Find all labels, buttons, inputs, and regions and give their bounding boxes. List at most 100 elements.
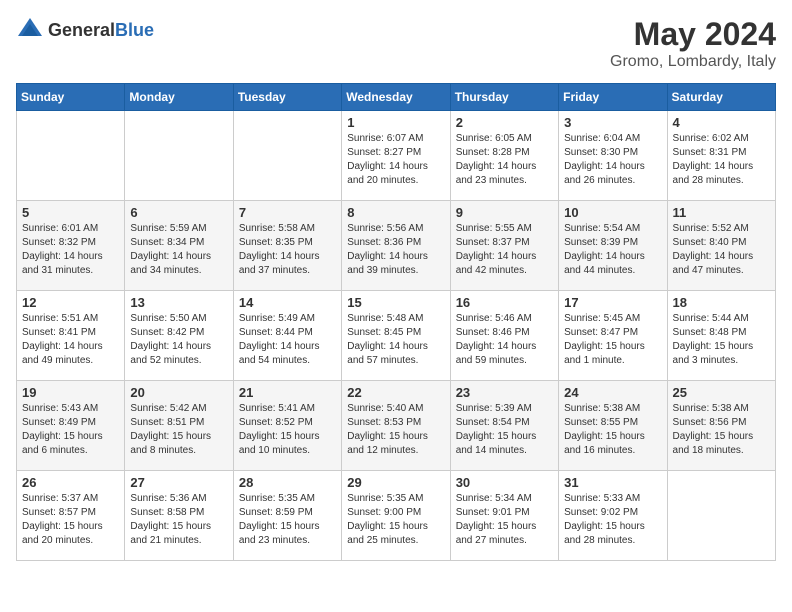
day-number: 24	[564, 385, 661, 400]
day-number: 28	[239, 475, 336, 490]
day-info: Sunrise: 5:56 AM Sunset: 8:36 PM Dayligh…	[347, 222, 444, 278]
day-number: 5	[22, 205, 119, 220]
day-number: 19	[22, 385, 119, 400]
day-number: 20	[130, 385, 227, 400]
weekday-header-tuesday: Tuesday	[233, 84, 341, 111]
day-number: 29	[347, 475, 444, 490]
day-info: Sunrise: 5:41 AM Sunset: 8:52 PM Dayligh…	[239, 402, 336, 458]
day-number: 12	[22, 295, 119, 310]
calendar-cell: 15 Sunrise: 5:48 AM Sunset: 8:45 PM Dayli…	[342, 291, 450, 381]
week-row-4: 26Sunrise: 5:37 AM Sunset: 8:57 PM Dayli…	[17, 471, 776, 561]
day-info: Sunrise: 5:35 AM Sunset: 8:59 PM Dayligh…	[239, 492, 336, 548]
day-info: Sunrise: 5:38 AM Sunset: 8:55 PM Dayligh…	[564, 402, 661, 458]
day-number: 13	[130, 295, 227, 310]
day-number: 2	[456, 115, 553, 130]
day-number: 15	[347, 295, 444, 310]
calendar-cell: 19 Sunrise: 5:43 AM Sunset: 8:49 PM Dayli…	[17, 381, 125, 471]
calendar-cell: 7 Sunrise: 5:58 AM Sunset: 8:35 PM Daylig…	[233, 201, 341, 291]
logo-general: General	[48, 20, 115, 40]
calendar-cell	[125, 111, 233, 201]
day-info: Sunrise: 6:07 AM Sunset: 8:27 PM Dayligh…	[347, 132, 444, 188]
day-info: Sunrise: 5:58 AM Sunset: 8:35 PM Dayligh…	[239, 222, 336, 278]
day-number: 9	[456, 205, 553, 220]
day-number: 8	[347, 205, 444, 220]
calendar-cell: 22 Sunrise: 5:40 AM Sunset: 8:53 PM Dayli…	[342, 381, 450, 471]
calendar-cell: 23 Sunrise: 5:39 AM Sunset: 8:54 PM Dayli…	[450, 381, 558, 471]
day-number: 7	[239, 205, 336, 220]
calendar-cell: 18 Sunrise: 5:44 AM Sunset: 8:48 PM Dayli…	[667, 291, 775, 381]
day-info: Sunrise: 5:35 AM Sunset: 9:00 PM Dayligh…	[347, 492, 444, 548]
calendar-cell: 11Sunrise: 5:52 AM Sunset: 8:40 PM Dayli…	[667, 201, 775, 291]
month-title: May 2024	[610, 16, 776, 53]
day-info: Sunrise: 5:48 AM Sunset: 8:45 PM Dayligh…	[347, 312, 444, 368]
weekday-header-thursday: Thursday	[450, 84, 558, 111]
calendar-cell: 29 Sunrise: 5:35 AM Sunset: 9:00 PM Dayli…	[342, 471, 450, 561]
day-info: Sunrise: 5:33 AM Sunset: 9:02 PM Dayligh…	[564, 492, 661, 548]
day-number: 30	[456, 475, 553, 490]
day-info: Sunrise: 5:59 AM Sunset: 8:34 PM Dayligh…	[130, 222, 227, 278]
calendar-cell: 16 Sunrise: 5:46 AM Sunset: 8:46 PM Dayli…	[450, 291, 558, 381]
calendar-cell: 30Sunrise: 5:34 AM Sunset: 9:01 PM Dayli…	[450, 471, 558, 561]
day-number: 22	[347, 385, 444, 400]
calendar-cell: 20 Sunrise: 5:42 AM Sunset: 8:51 PM Dayli…	[125, 381, 233, 471]
logo-blue: Blue	[115, 20, 154, 40]
day-info: Sunrise: 5:40 AM Sunset: 8:53 PM Dayligh…	[347, 402, 444, 458]
weekday-header-wednesday: Wednesday	[342, 84, 450, 111]
calendar-cell: 17 Sunrise: 5:45 AM Sunset: 8:47 PM Dayli…	[559, 291, 667, 381]
day-info: Sunrise: 5:36 AM Sunset: 8:58 PM Dayligh…	[130, 492, 227, 548]
day-info: Sunrise: 5:45 AM Sunset: 8:47 PM Dayligh…	[564, 312, 661, 368]
calendar-cell: 9Sunrise: 5:55 AM Sunset: 8:37 PM Daylig…	[450, 201, 558, 291]
calendar-cell	[233, 111, 341, 201]
day-number: 18	[673, 295, 770, 310]
page-header: GeneralBlue May 2024 Gromo, Lombardy, It…	[16, 16, 776, 71]
logo: GeneralBlue	[16, 16, 154, 44]
weekday-header-friday: Friday	[559, 84, 667, 111]
day-number: 21	[239, 385, 336, 400]
day-number: 26	[22, 475, 119, 490]
calendar-cell: 13Sunrise: 5:50 AM Sunset: 8:42 PM Dayli…	[125, 291, 233, 381]
day-number: 11	[673, 205, 770, 220]
calendar-cell	[667, 471, 775, 561]
day-number: 16	[456, 295, 553, 310]
day-info: Sunrise: 6:05 AM Sunset: 8:28 PM Dayligh…	[456, 132, 553, 188]
title-area: May 2024 Gromo, Lombardy, Italy	[610, 16, 776, 71]
calendar-cell	[17, 111, 125, 201]
calendar-table: SundayMondayTuesdayWednesdayThursdayFrid…	[16, 83, 776, 561]
calendar-cell: 1 Sunrise: 6:07 AM Sunset: 8:27 PM Daylig…	[342, 111, 450, 201]
day-number: 25	[673, 385, 770, 400]
day-info: Sunrise: 5:38 AM Sunset: 8:56 PM Dayligh…	[673, 402, 770, 458]
location-title: Gromo, Lombardy, Italy	[610, 53, 776, 71]
day-info: Sunrise: 5:39 AM Sunset: 8:54 PM Dayligh…	[456, 402, 553, 458]
calendar-cell: 26Sunrise: 5:37 AM Sunset: 8:57 PM Dayli…	[17, 471, 125, 561]
weekday-header-monday: Monday	[125, 84, 233, 111]
day-number: 23	[456, 385, 553, 400]
day-number: 10	[564, 205, 661, 220]
day-info: Sunrise: 5:46 AM Sunset: 8:46 PM Dayligh…	[456, 312, 553, 368]
day-number: 17	[564, 295, 661, 310]
weekday-header-saturday: Saturday	[667, 84, 775, 111]
week-row-1: 5 Sunrise: 6:01 AM Sunset: 8:32 PM Daylig…	[17, 201, 776, 291]
calendar-cell: 28 Sunrise: 5:35 AM Sunset: 8:59 PM Dayli…	[233, 471, 341, 561]
calendar-cell: 14Sunrise: 5:49 AM Sunset: 8:44 PM Dayli…	[233, 291, 341, 381]
calendar-cell: 8 Sunrise: 5:56 AM Sunset: 8:36 PM Daylig…	[342, 201, 450, 291]
day-info: Sunrise: 5:49 AM Sunset: 8:44 PM Dayligh…	[239, 312, 336, 368]
day-number: 31	[564, 475, 661, 490]
week-row-0: 1 Sunrise: 6:07 AM Sunset: 8:27 PM Daylig…	[17, 111, 776, 201]
week-row-2: 12 Sunrise: 5:51 AM Sunset: 8:41 PM Dayli…	[17, 291, 776, 381]
calendar-cell: 25 Sunrise: 5:38 AM Sunset: 8:56 PM Dayli…	[667, 381, 775, 471]
logo-icon	[16, 16, 44, 44]
calendar-cell: 27 Sunrise: 5:36 AM Sunset: 8:58 PM Dayli…	[125, 471, 233, 561]
day-info: Sunrise: 5:51 AM Sunset: 8:41 PM Dayligh…	[22, 312, 119, 368]
day-number: 3	[564, 115, 661, 130]
week-row-3: 19 Sunrise: 5:43 AM Sunset: 8:49 PM Dayli…	[17, 381, 776, 471]
day-number: 1	[347, 115, 444, 130]
day-number: 27	[130, 475, 227, 490]
day-info: Sunrise: 6:01 AM Sunset: 8:32 PM Dayligh…	[22, 222, 119, 278]
day-info: Sunrise: 6:04 AM Sunset: 8:30 PM Dayligh…	[564, 132, 661, 188]
day-info: Sunrise: 5:44 AM Sunset: 8:48 PM Dayligh…	[673, 312, 770, 368]
day-info: Sunrise: 5:43 AM Sunset: 8:49 PM Dayligh…	[22, 402, 119, 458]
day-info: Sunrise: 5:54 AM Sunset: 8:39 PM Dayligh…	[564, 222, 661, 278]
logo-text: GeneralBlue	[48, 20, 154, 41]
day-info: Sunrise: 5:42 AM Sunset: 8:51 PM Dayligh…	[130, 402, 227, 458]
calendar-cell: 5 Sunrise: 6:01 AM Sunset: 8:32 PM Daylig…	[17, 201, 125, 291]
